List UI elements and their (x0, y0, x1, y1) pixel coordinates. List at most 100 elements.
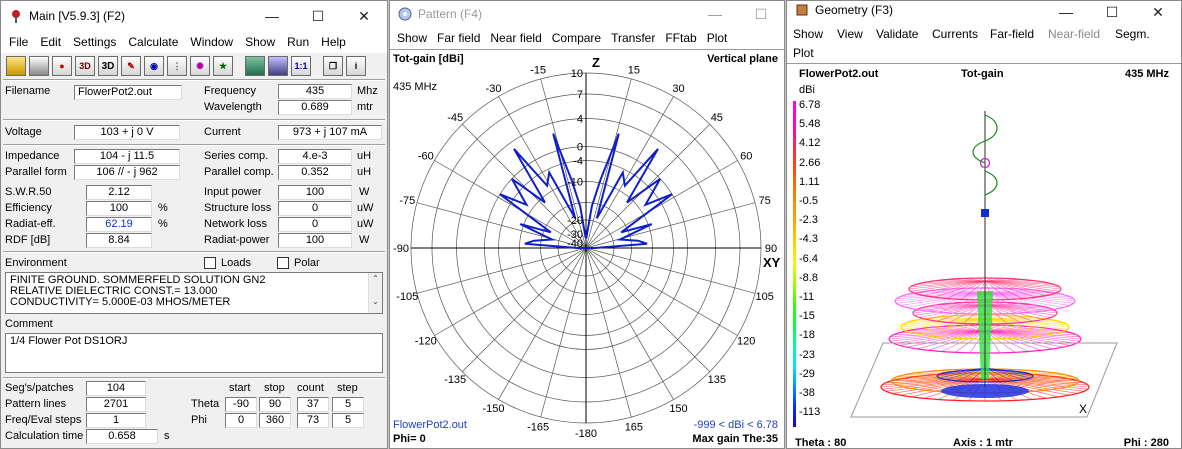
angle-label: -105 (396, 291, 418, 303)
menu-settings[interactable]: Settings (67, 35, 122, 49)
theta-start-field[interactable]: -90 (225, 397, 257, 412)
nec-icon[interactable]: ✺ (190, 56, 210, 76)
filename-field[interactable]: FlowerPot2.out (74, 85, 182, 100)
scroll-down-icon[interactable]: ⌄ (369, 296, 382, 307)
wavelength-label: Wavelength (204, 101, 262, 113)
theta-count-field[interactable]: 37 (297, 397, 329, 412)
pattern-menu-fftab[interactable]: FFtab (660, 31, 701, 45)
copy-icon[interactable]: ❐ (323, 56, 343, 76)
geometry-minimize-button[interactable]: — (1043, 1, 1089, 23)
pattern-window: Pattern (F4) — ☐ Show Far field Near fie… (389, 0, 785, 449)
geometry-menu-far-field[interactable]: Far-field (990, 27, 1034, 41)
environment-label: Environment (5, 257, 67, 269)
minimize-button[interactable]: — (249, 1, 295, 31)
pattern-menu-compare[interactable]: Compare (547, 31, 606, 45)
menu-help[interactable]: Help (315, 35, 352, 49)
geometry-app-icon (796, 4, 808, 16)
main-titlebar[interactable]: Main [V5.9.3] (F2) — ☐ ✕ (1, 1, 387, 31)
3d-view-text-icon[interactable]: 3D (98, 56, 118, 76)
geometry-menu-view[interactable]: View (837, 27, 863, 41)
angle-label: -180 (575, 428, 597, 437)
geometry-close-button[interactable]: ✕ (1135, 1, 1181, 23)
phi-start-field[interactable]: 0 (225, 413, 257, 428)
geometry-menu-validate[interactable]: Validate (876, 27, 918, 41)
pattern-menubar: Show Far field Near field Compare Transf… (390, 29, 784, 47)
theta-stop-field[interactable]: 90 (259, 397, 291, 412)
angle-label: 45 (711, 112, 723, 124)
angle-label: -45 (447, 112, 463, 124)
geometry-window: Geometry (F3) — ☐ ✕ Show View Validate C… (786, 0, 1182, 449)
edit-icon[interactable]: ✎ (121, 56, 141, 76)
pattern-menu-show[interactable]: Show (392, 31, 432, 45)
pattern-minimize-button[interactable]: — (692, 1, 738, 27)
main-menubar: File Edit Settings Calculate Window Show… (1, 31, 387, 53)
angle-label: 60 (740, 151, 752, 163)
radial-gain-label: 0 (577, 142, 583, 154)
geometry-menu-show[interactable]: Show (793, 27, 823, 41)
open-file-icon[interactable] (6, 56, 26, 76)
scale-icon[interactable]: 1:1 (291, 56, 311, 76)
polar-plot: -15 15 -30 30 -45 45 -60 60 -75 75 -90 90 -105 105 -12… (393, 57, 781, 437)
grid-icon[interactable] (268, 56, 288, 76)
rdf-label: RDF [dB] (5, 234, 51, 246)
menu-window[interactable]: Window (184, 35, 239, 49)
geometry-menu-plot[interactable]: Plot (793, 46, 814, 60)
calculator-icon[interactable] (245, 56, 265, 76)
pattern-menu-transfer[interactable]: Transfer (606, 31, 660, 45)
menu-run[interactable]: Run (281, 35, 315, 49)
pattern-maximize-button[interactable]: ☐ (738, 1, 784, 27)
geometry-menu-segm[interactable]: Segm. (1115, 27, 1150, 41)
polar-checkbox[interactable] (277, 257, 289, 269)
main-title: Main [V5.9.3] (F2) (29, 9, 126, 23)
impedance-field: 104 - j 11.5 (74, 149, 180, 164)
3d-view-icon[interactable]: 3D (75, 56, 95, 76)
geometry-menu-currents[interactable]: Currents (932, 27, 978, 41)
geometry-frequency: 435 MHz (1124, 68, 1169, 80)
pattern-menu-far-field[interactable]: Far field (432, 31, 485, 45)
loads-checkbox[interactable] (204, 257, 216, 269)
theta-step-field[interactable]: 5 (332, 397, 364, 412)
angle-label: 75 (759, 195, 771, 207)
current-field: 973 + j 107 mA (278, 125, 382, 140)
save-icon[interactable] (29, 56, 49, 76)
pattern-titlebar[interactable]: Pattern (F4) — ☐ (390, 1, 784, 27)
radiat-eff-label: Radiat-eff. (5, 218, 56, 230)
environment-textbox[interactable]: FINITE GROUND. SOMMERFELD SOLUTION GN2 R… (5, 272, 383, 314)
freq-steps-field[interactable]: 1 (86, 413, 146, 428)
run-icon[interactable]: ● (52, 56, 72, 76)
phi-stop-field[interactable]: 360 (259, 413, 291, 428)
radial-gain-label: 7 (577, 89, 583, 101)
sweep-icon[interactable]: ⋮ (167, 56, 187, 76)
comment-text: 1/4 Flower Pot DS1ORJ (10, 335, 128, 347)
menu-edit[interactable]: Edit (34, 35, 67, 49)
geometry-menu-near-field[interactable]: Near-field (1048, 27, 1100, 41)
environment-scrollbar[interactable]: ⌃ ⌄ (368, 273, 382, 313)
maximize-button[interactable]: ☐ (295, 1, 341, 31)
phi-step-field[interactable]: 5 (332, 413, 364, 428)
geometry-phi: Phi : 280 (1123, 437, 1169, 449)
angle-label: 150 (669, 403, 687, 415)
radiat-power-field: 100 (278, 233, 352, 248)
geometry-3d-view: X (850, 111, 1118, 418)
structure-loss-unit: uW (357, 202, 374, 214)
close-button[interactable]: ✕ (341, 1, 387, 31)
pattern-menu-near-field[interactable]: Near field (485, 31, 546, 45)
scroll-up-icon[interactable]: ⌃ (369, 273, 382, 284)
pattern-max-gain: Max gain The:35 (692, 433, 778, 445)
efficiency-label: Efficiency (5, 202, 52, 214)
calculate-icon[interactable]: ◉ (144, 56, 164, 76)
geometry-icon[interactable]: ★ (213, 56, 233, 76)
frequency-field[interactable]: 435 (278, 84, 352, 99)
menu-show[interactable]: Show (239, 35, 281, 49)
phi-count-field[interactable]: 73 (297, 413, 329, 428)
geometry-titlebar[interactable]: Geometry (F3) — ☐ ✕ (787, 1, 1181, 23)
menu-calculate[interactable]: Calculate (122, 35, 184, 49)
info-icon[interactable]: i (346, 56, 366, 76)
theta-label: Theta (191, 398, 220, 410)
pattern-menu-plot[interactable]: Plot (702, 31, 733, 45)
comment-textbox[interactable]: 1/4 Flower Pot DS1ORJ (5, 333, 383, 373)
geometry-maximize-button[interactable]: ☐ (1089, 1, 1135, 23)
menu-file[interactable]: File (3, 35, 34, 49)
series-comp-unit: uH (357, 150, 372, 162)
environment-line-3: CONDUCTIVITY= 5.000E-03 MHOS/METER (10, 296, 231, 308)
